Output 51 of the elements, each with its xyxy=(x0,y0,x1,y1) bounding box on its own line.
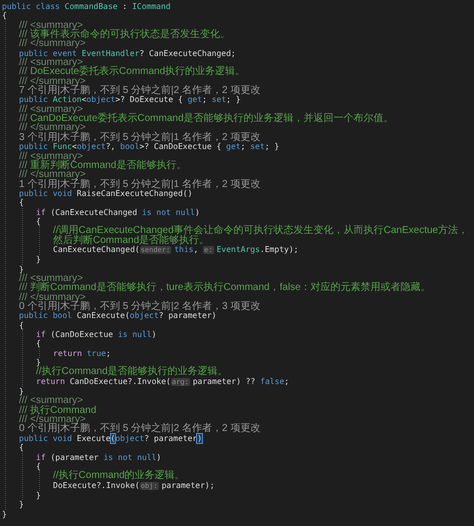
code-lens[interactable]: 1 个引用|木子鹏，不到 5 分钟之前|1 名作者，2 项更改 xyxy=(19,180,260,189)
code-line: { xyxy=(36,216,41,226)
code-line: { xyxy=(36,339,41,349)
code-line: } xyxy=(19,500,24,510)
code-line: public Action<object>? DoExecute { get; set; } xyxy=(19,95,241,104)
code-lens[interactable]: 0 个引用|木子鹏，不到 5 分钟之前|2 名作者，3 项更改 xyxy=(19,302,260,312)
code-line: } xyxy=(36,255,41,265)
code-line: } xyxy=(36,358,41,368)
code-comment: /// </summary> xyxy=(19,76,86,86)
code-line: { xyxy=(19,320,24,330)
code-comment: /// <summary> xyxy=(19,20,83,30)
code-comment: //执行Command的业务逻辑。 xyxy=(53,471,185,481)
code-line: public event EventHandler? CanExecuteChanged; xyxy=(19,48,236,58)
code-line: { xyxy=(19,443,24,452)
code-line: { xyxy=(2,11,7,21)
code-line: { xyxy=(36,462,41,472)
code-comment: /// </summary> xyxy=(19,415,86,424)
code-line: if (CanDoExectue is null) xyxy=(36,330,156,340)
code-comment: /// 执行Command xyxy=(19,406,96,416)
code-lens[interactable]: 3 个引用|木子鹏，不到 5 分钟之前|1 名作者，2 项更改 xyxy=(19,132,260,142)
code-line: public class CommandBase : ICommand xyxy=(2,2,171,12)
code-comment: /// </summary> xyxy=(19,170,86,180)
code-line: if (parameter is not null) xyxy=(36,452,162,462)
code-line: public void RaiseCanExecuteChanged() xyxy=(19,188,192,198)
code-line: { xyxy=(19,198,24,208)
code-comment: /// <summary> xyxy=(19,104,83,114)
code-comment: /// </summary> xyxy=(19,123,86,133)
code-comment: /// CanDoExecute委托表示Command是否能够执行的业务逻辑，并返回一个布尔值。 xyxy=(19,114,394,124)
code-lens[interactable]: 7 个引用|木子鹏，不到 5 分钟之前|2 名作者，2 项更改 xyxy=(19,86,260,96)
code-line: } xyxy=(36,490,41,500)
code-comment: //调用CanExecuteChanged事件会让命令的可执行状态发生变化，从而执行CanExectue方法，然后判断Command是否能够执行。 xyxy=(53,226,470,245)
code-line: public bool CanExecute(object? parameter) xyxy=(19,311,216,321)
code-comment: /// </summary> xyxy=(19,39,86,49)
code-comment: /// </summary> xyxy=(19,292,86,302)
code-comment: /// <summary> xyxy=(19,152,83,161)
code-line: if (CanExecuteChanged is not null) xyxy=(36,208,200,217)
code-comment: /// 重新判断Command是否能够执行。 xyxy=(19,160,186,170)
code-comment: /// <summary> xyxy=(19,58,83,68)
code-line: } xyxy=(19,264,24,274)
code-line: return true; xyxy=(53,348,111,358)
code-line: } xyxy=(19,387,24,396)
code-comment: /// 该事件表示命令的可执行状态是否发生变化。 xyxy=(19,30,230,40)
code-comment: //执行Command是否能够执行的业务逻辑。 xyxy=(36,367,228,377)
code-comment: /// DoExecute委托表示Command执行的业务逻辑。 xyxy=(19,67,246,77)
code-comment: /// <summary> xyxy=(19,274,83,284)
code-line: public Func<object?, bool>? CanDoExectue { get; set; } xyxy=(19,142,280,152)
code-comment: /// <summary> xyxy=(19,396,83,406)
code-lens[interactable]: 0 个引用|木子鹏，不到 5 分钟之前|2 名作者，2 项更改 xyxy=(19,424,260,434)
code-line: } xyxy=(2,510,7,519)
code-line: public void Execute(object? parameter) xyxy=(19,434,202,444)
code-comment: /// 判断Command是否能够执行，ture表示执行Command，false：对应的元素禁用或者隐藏。 xyxy=(19,283,431,293)
